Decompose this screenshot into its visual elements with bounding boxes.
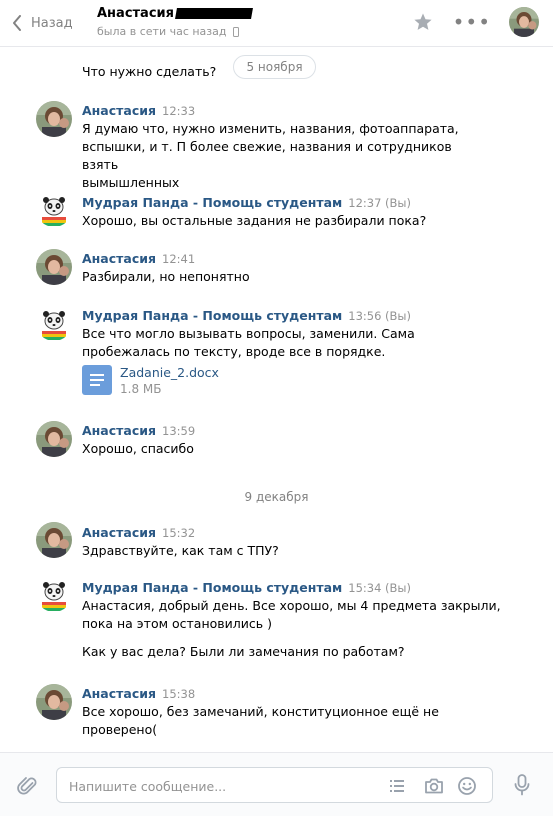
avatar[interactable] — [36, 684, 72, 720]
previous-message-text: Что нужно сделать? — [82, 64, 217, 79]
document-name[interactable]: Zadanie_2.docx — [120, 365, 219, 380]
message-author[interactable]: Мудрая Панда - Помощь студентам — [82, 580, 342, 595]
avatar[interactable] — [36, 191, 72, 227]
avatar[interactable] — [36, 421, 72, 457]
back-label: Назад — [31, 15, 73, 31]
message-author[interactable]: Мудрая Панда - Помощь студентам — [82, 195, 342, 210]
date-pill: 5 ноября — [233, 55, 316, 79]
message-time: 12:37 (Вы) — [348, 196, 411, 210]
message-time: 13:59 — [162, 424, 196, 438]
avatar[interactable] — [36, 249, 72, 285]
camera-icon[interactable] — [423, 776, 445, 796]
message-text: Все что могло вызывать вопросы, заменили… — [82, 326, 415, 359]
redacted-surname — [175, 8, 253, 19]
message-author[interactable]: Анастасия — [82, 423, 156, 438]
chevron-left-icon — [13, 15, 21, 31]
message-text: Все хорошо, без замечаний, конституционн… — [82, 704, 439, 737]
peer-status-text: была в сети час назад — [97, 25, 227, 38]
message-text: Я думаю что, нужно изменить, названия, ф… — [82, 121, 459, 190]
star-icon[interactable] — [413, 12, 433, 32]
message-author[interactable]: Мудрая Панда - Помощь студентам — [82, 308, 342, 323]
message-author[interactable]: Анастасия — [82, 686, 156, 701]
date-separator: 9 декабря — [244, 490, 309, 504]
avatar[interactable] — [36, 522, 72, 558]
message-input-box[interactable] — [56, 767, 493, 803]
smile-icon[interactable] — [457, 776, 477, 796]
message-author[interactable]: Анастасия — [82, 525, 156, 540]
message-input[interactable] — [69, 777, 369, 795]
message-text: Анастасия, добрый день. Все хорошо, мы 4… — [82, 598, 501, 659]
back-button[interactable]: Назад — [12, 12, 73, 34]
message-text: Здравствуйте, как там с ТПУ? — [82, 543, 279, 558]
avatar[interactable] — [36, 305, 72, 341]
chat-header: Назад Анастасия была в сети час назад ••… — [0, 0, 553, 47]
message-time: 15:38 — [162, 687, 196, 701]
message-text: Разбирали, но непонятно — [82, 269, 250, 284]
message-text: Хорошо, вы остальные задания не разбирал… — [82, 213, 427, 228]
peer-avatar[interactable] — [509, 7, 539, 37]
avatar[interactable] — [36, 101, 72, 137]
avatar[interactable] — [36, 576, 72, 612]
phone-icon — [232, 26, 239, 37]
message-time: 12:41 — [162, 252, 196, 266]
document-attachment[interactable]: Zadanie_2.docx 1.8 МБ — [82, 365, 219, 396]
list-icon[interactable] — [387, 776, 407, 796]
message-time: 12:33 — [162, 104, 196, 118]
peer-name: Анастасия — [97, 6, 174, 21]
message-time: 15:32 — [162, 526, 196, 540]
message-time: 13:56 (Вы) — [348, 309, 411, 323]
document-icon — [82, 365, 112, 395]
document-size: 1.8 МБ — [120, 382, 162, 396]
more-icon[interactable]: ••• — [453, 12, 491, 32]
message-author[interactable]: Анастасия — [82, 103, 156, 118]
message-composer — [0, 752, 553, 816]
peer-info[interactable]: Анастасия была в сети час назад — [97, 6, 253, 38]
message-text: Хорошо, спасибо — [82, 441, 194, 456]
message-author[interactable]: Анастасия — [82, 251, 156, 266]
message-time: 15:34 (Вы) — [348, 581, 411, 595]
paperclip-icon[interactable] — [17, 775, 39, 797]
peer-status: была в сети час назад — [97, 25, 252, 38]
microphone-icon[interactable] — [512, 773, 532, 797]
